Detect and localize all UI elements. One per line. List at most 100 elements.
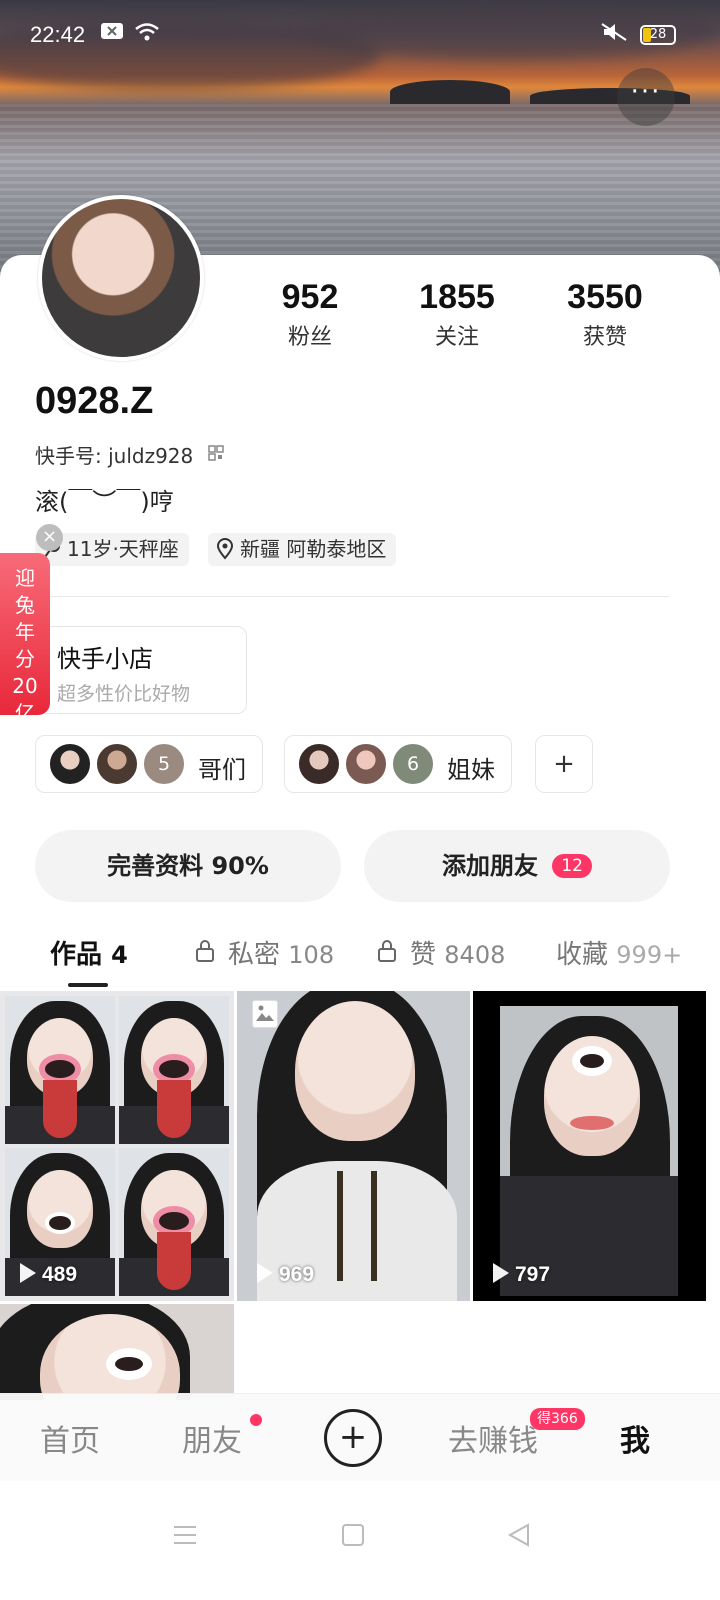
tab-liked[interactable]: 赞 8408	[377, 934, 505, 971]
lock-icon	[377, 940, 404, 969]
stat-value: 952	[281, 278, 339, 316]
collage-frame	[119, 1148, 229, 1296]
play-count: 489	[20, 1263, 77, 1287]
stat-value: 3550	[567, 278, 643, 316]
thumb-collar	[337, 1171, 377, 1281]
add-friend-badge: 12	[552, 854, 592, 878]
play-count-value: 797	[515, 1263, 551, 1286]
back-icon[interactable]	[506, 1521, 532, 1556]
thumb-face	[295, 1001, 415, 1141]
member-count: 5	[157, 753, 171, 775]
stat-label: 关注	[434, 325, 479, 350]
tab-label: 作品	[50, 940, 103, 970]
add-friend-button[interactable]: 添加朋友 12	[364, 830, 670, 902]
lock-icon	[195, 940, 222, 969]
home-square-icon[interactable]	[340, 1521, 366, 1556]
member-avatar	[344, 742, 388, 786]
nav-friends-dot	[250, 1414, 262, 1426]
group-sisters[interactable]: 6 姐妹	[284, 735, 512, 793]
battery-icon: 28	[640, 25, 676, 45]
tab-count: 999+	[616, 941, 683, 969]
bottom-nav: 首页 朋友 + 去赚钱 得366 我	[0, 1393, 720, 1481]
promo-char: 兔	[15, 593, 35, 617]
tag-text: 11岁·天秤座	[67, 537, 179, 561]
video-thumbnail[interactable]: 969	[237, 991, 470, 1301]
group-label: 哥们	[198, 756, 246, 784]
tab-label: 赞	[410, 940, 437, 970]
tab-works[interactable]: 作品 4	[50, 934, 128, 971]
group-label: 姐妹	[447, 756, 495, 784]
kuaishou-id[interactable]: 快手号: juldz928	[35, 440, 224, 469]
tab-label: 私密	[228, 940, 281, 970]
wifi-icon	[134, 22, 160, 47]
complete-profile-button[interactable]: 完善资料 90%	[35, 830, 341, 902]
promo-char: 年	[15, 620, 35, 644]
stat-followers[interactable]: 952 粉丝	[250, 278, 370, 351]
tab-label: 收藏	[556, 940, 609, 970]
member-avatar: 6	[391, 742, 435, 786]
thumb-frame	[500, 1006, 678, 1296]
qr-code-icon[interactable]	[207, 445, 224, 465]
kuaishou-id-text: 快手号: juldz928	[35, 444, 194, 468]
kuaishou-shop-card[interactable]: 快手小店 超多性价比好物	[35, 626, 247, 714]
nav-friends[interactable]: 朋友	[182, 1416, 242, 1460]
member-avatar	[48, 742, 92, 786]
nav-me[interactable]: 我	[620, 1416, 650, 1460]
play-icon	[20, 1263, 36, 1283]
play-count: 797	[493, 1263, 550, 1287]
video-thumbnail[interactable]: 797	[473, 991, 706, 1301]
bio: 滚(￣︶￣)哼	[35, 488, 174, 516]
play-count-value: 489	[42, 1263, 78, 1286]
tab-favorites[interactable]: 收藏 999+	[556, 934, 682, 971]
member-avatar	[297, 742, 341, 786]
stat-label: 粉丝	[287, 325, 332, 350]
stat-following[interactable]: 1855 关注	[397, 278, 517, 351]
more-options-button[interactable]: ···	[617, 68, 675, 126]
tab-private[interactable]: 私密 108	[195, 934, 334, 971]
member-avatar: 5	[142, 742, 186, 786]
stat-likes[interactable]: 3550 获赞	[545, 278, 665, 351]
tab-count: 8408	[444, 941, 506, 969]
tab-count: 4	[111, 941, 128, 969]
nav-create-button[interactable]: +	[324, 1409, 382, 1467]
divider	[35, 596, 670, 597]
promo-char: 分	[15, 647, 35, 671]
active-tab-indicator	[68, 983, 108, 987]
promo-char: 迎	[15, 566, 35, 590]
nav-home[interactable]: 首页	[40, 1416, 100, 1460]
play-icon	[493, 1263, 509, 1283]
tab-count: 108	[288, 941, 335, 969]
system-nav-bar	[0, 1481, 720, 1600]
menu-icon[interactable]	[172, 1521, 198, 1556]
add-group-button[interactable]: +	[535, 735, 593, 793]
status-time: 22:42	[30, 22, 86, 47]
shop-subtitle: 超多性价比好物	[57, 683, 191, 705]
promo-char: 亿	[15, 701, 35, 725]
location-icon	[216, 533, 234, 577]
complete-profile-label: 完善资料 90%	[107, 852, 269, 880]
stat-label: 获赞	[582, 325, 627, 350]
mute-icon	[600, 22, 628, 47]
promo-char: 20	[12, 674, 38, 698]
video-thumbnail[interactable]	[0, 1304, 234, 1400]
promo-close-button[interactable]: ×	[36, 524, 63, 551]
username: 0928.Z	[35, 380, 154, 422]
video-thumbnail[interactable]: 489	[0, 991, 234, 1301]
member-avatar	[95, 742, 139, 786]
tag-text: 新疆 阿勒泰地区	[240, 537, 387, 561]
promo-banner[interactable]: 迎兔年分 20 亿	[0, 553, 50, 725]
dog-filter-nose	[106, 1348, 152, 1380]
collage-frame	[119, 996, 229, 1144]
shop-title: 快手小店	[57, 645, 153, 673]
nav-earn[interactable]: 去赚钱	[448, 1416, 538, 1460]
album-icon	[252, 1000, 278, 1028]
location-tag: 新疆 阿勒泰地区	[208, 533, 397, 566]
add-friend-label: 添加朋友	[442, 852, 538, 880]
member-count: 6	[406, 753, 420, 775]
group-brothers[interactable]: 5 哥们	[35, 735, 263, 793]
status-bar: 22:42 28	[0, 0, 720, 70]
play-count: 969	[257, 1263, 314, 1287]
notification-icon	[100, 22, 124, 45]
collage-frame	[5, 996, 115, 1144]
avatar[interactable]	[38, 195, 204, 361]
